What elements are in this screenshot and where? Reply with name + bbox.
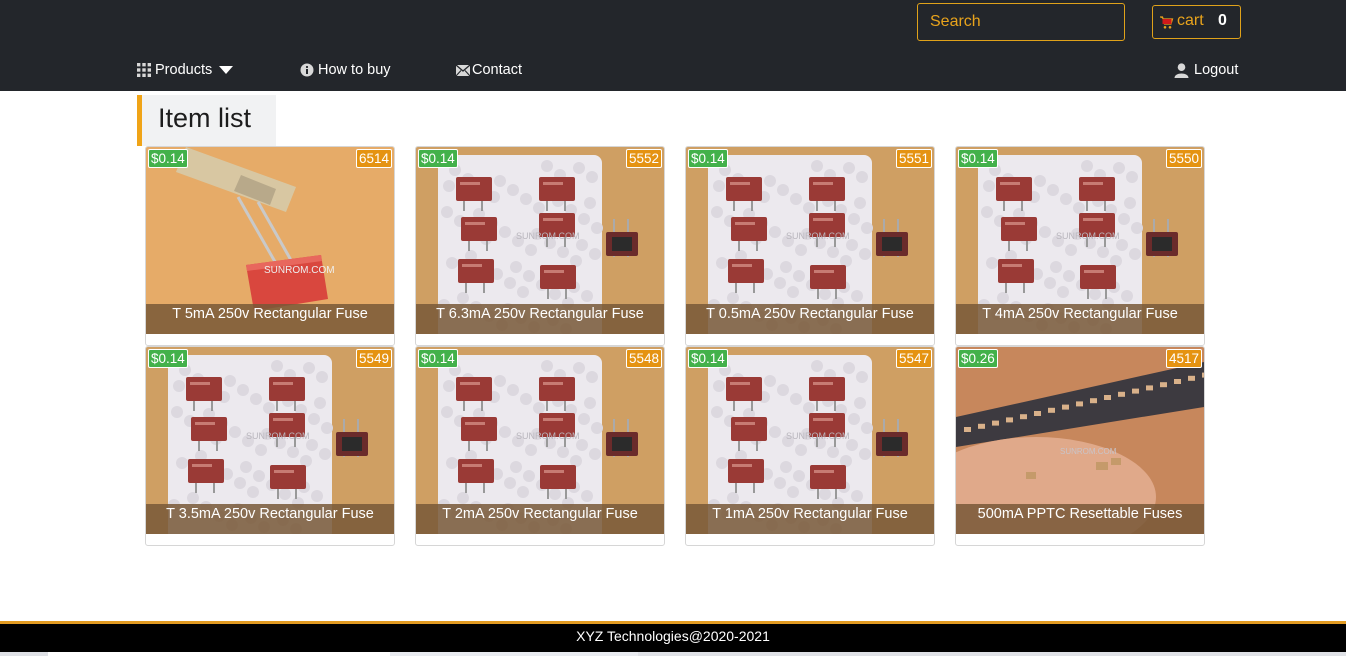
price-badge: $0.14 [148,349,188,368]
nav-logout-label: Logout [1194,62,1239,78]
svg-text:SUNROM.COM: SUNROM.COM [786,431,850,441]
price-badge: $0.26 [958,349,998,368]
stock-badge: 5547 [895,349,932,368]
product-card[interactable]: SUNROM.COM $0.14 5550 T 4mA 250v Rectangula… [955,146,1205,346]
bottom-strip [0,652,1346,656]
svg-text:SUNROM.COM: SUNROM.COM [1060,447,1117,456]
product-card[interactable]: SUNROM.COM $0.14 6514 T 5mA 250v Rectangula… [145,146,395,346]
footer: XYZ Technologies@2020-2021 [0,621,1346,652]
price-badge: $0.14 [418,149,458,168]
stock-badge: 4517 [1165,349,1202,368]
nav-contact[interactable]: Contact [456,61,522,79]
grid-icon [137,63,151,77]
stock-badge: 5549 [355,349,392,368]
nav-products[interactable]: Products [137,61,234,79]
envelope-icon [456,64,470,76]
stock-badge: 5550 [1165,149,1202,168]
cart-label: cart [1177,12,1204,29]
svg-text:SUNROM.COM: SUNROM.COM [1056,231,1120,241]
nav-products-label: Products [155,62,213,78]
stock-badge: 5551 [895,149,932,168]
nav-how-to-buy[interactable]: How to buy [300,61,391,79]
product-title: T 6.3mA 250v Rectangular Fuse [416,304,664,334]
user-icon [1174,62,1189,78]
nav-contact-label: Contact [472,62,522,78]
svg-text:SUNROM.COM: SUNROM.COM [516,431,580,441]
cart-button[interactable]: cart 0 [1152,5,1241,39]
product-title: T 0.5mA 250v Rectangular Fuse [686,304,934,334]
svg-text:SUNROM.COM: SUNROM.COM [264,265,335,276]
bottom-tab [48,652,390,656]
page-heading: Item list [137,95,276,146]
price-badge: $0.14 [688,349,728,368]
price-badge: $0.14 [418,349,458,368]
cart-count: 0 [1218,12,1227,29]
product-title: 500mA PPTC Resettable Fuses [956,504,1204,534]
product-card[interactable]: SUNROM.COM $0.14 5549 T 3.5mA 250v Rectangu… [145,346,395,546]
product-title: T 4mA 250v Rectangular Fuse [956,304,1204,334]
stock-badge: 5552 [625,149,662,168]
top-header: cart 0 Products How to buy [0,0,1346,91]
product-title: T 3.5mA 250v Rectangular Fuse [146,504,394,534]
svg-text:SUNROM.COM: SUNROM.COM [786,231,850,241]
search-input[interactable] [917,3,1125,41]
product-card[interactable]: SUNROM.COM $0.14 5551 T 0.5mA 250v Rectangu… [685,146,935,346]
footer-text: XYZ Technologies@2020-2021 [576,628,770,644]
price-badge: $0.14 [688,149,728,168]
page-title: Item list [158,103,252,133]
product-title: T 5mA 250v Rectangular Fuse [146,304,394,334]
svg-text:SUNROM.COM: SUNROM.COM [516,231,580,241]
price-badge: $0.14 [148,149,188,168]
product-title: T 1mA 250v Rectangular Fuse [686,504,934,534]
info-icon [300,63,314,77]
product-card[interactable]: SUNROM.COM $0.26 4517 500mA PPTC Resettable… [955,346,1205,546]
product-title: T 2mA 250v Rectangular Fuse [416,504,664,534]
stock-badge: 6514 [355,149,392,168]
price-badge: $0.14 [958,149,998,168]
product-card[interactable]: SUNROM.COM $0.14 5548 T 2mA 250v Rectangula… [415,346,665,546]
caret-down-icon [219,66,234,74]
svg-text:SUNROM.COM: SUNROM.COM [246,431,310,441]
product-card[interactable]: SUNROM.COM $0.14 5547 T 1mA 250v Rectangula… [685,346,935,546]
bottom-tab [390,652,638,656]
product-card[interactable]: SUNROM.COM $0.14 5552 T 6.3mA 250v Rectangu… [415,146,665,346]
cart-icon [1159,15,1174,35]
nav-logout[interactable]: Logout [1174,61,1238,79]
nav-how-to-buy-label: How to buy [318,62,391,78]
stock-badge: 5548 [625,349,662,368]
